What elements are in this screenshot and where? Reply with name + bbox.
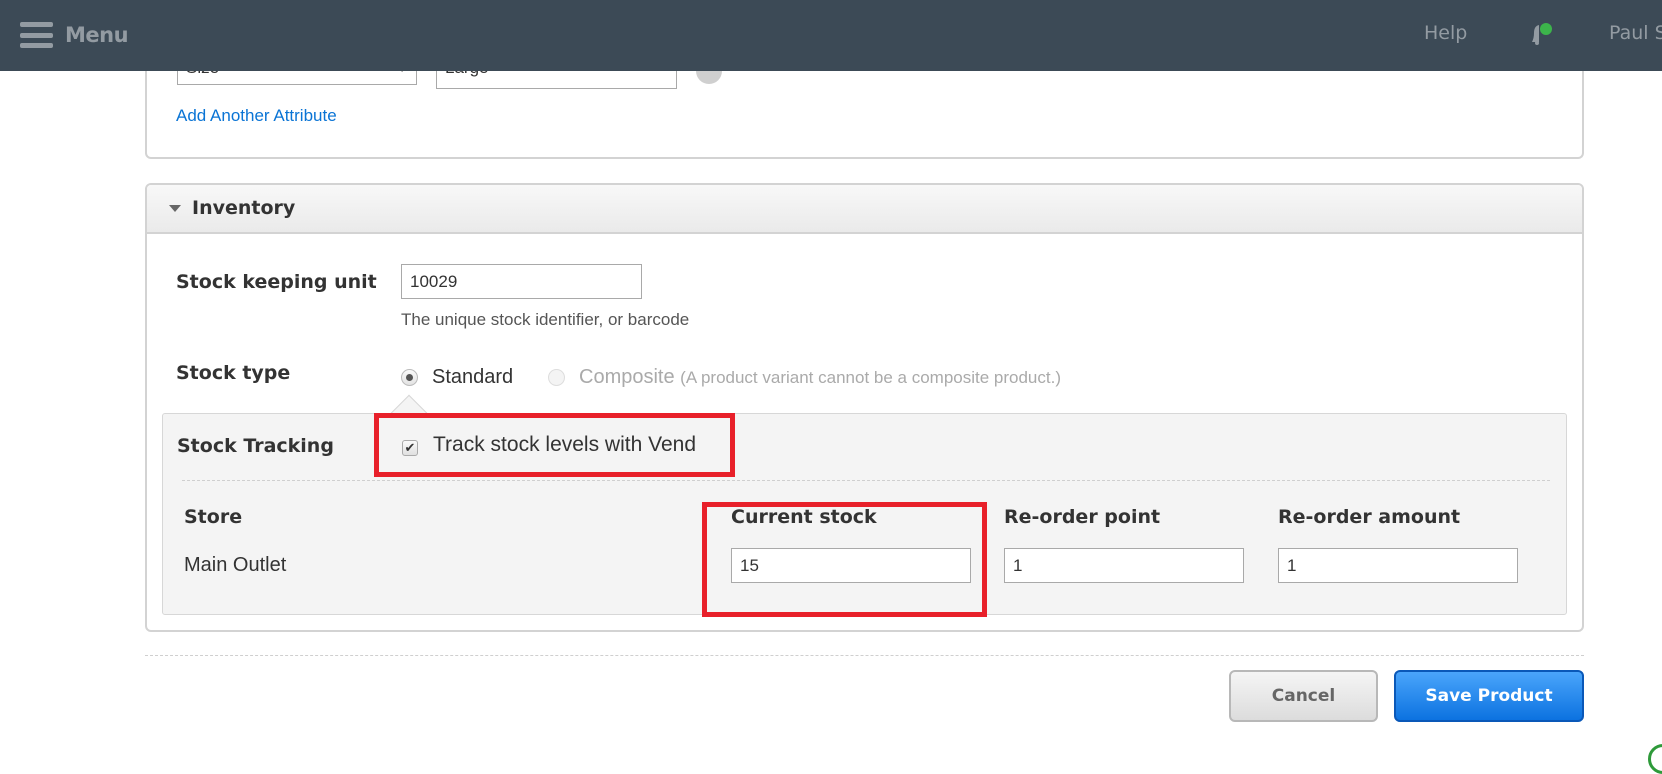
- top-nav-bar: Menu Help Paul S: [0, 0, 1662, 71]
- hamburger-icon: [20, 22, 53, 48]
- sku-label: Stock keeping unit: [176, 271, 377, 293]
- column-header-reorder-point: Re-order point: [1004, 506, 1161, 528]
- help-link[interactable]: Help: [1424, 22, 1467, 44]
- sku-help-text: The unique stock identifier, or barcode: [401, 310, 690, 329]
- bell-icon: [1532, 23, 1552, 45]
- composite-note: (A product variant cannot be a composite…: [680, 368, 1061, 387]
- stock-type-composite-radio: [548, 369, 565, 386]
- inventory-section-header[interactable]: Inventory: [147, 185, 1582, 234]
- menu-button[interactable]: Menu: [20, 20, 129, 50]
- user-menu[interactable]: Paul S: [1609, 22, 1662, 44]
- stock-tracking-label: Stock Tracking: [177, 435, 334, 457]
- track-stock-checkbox-label[interactable]: Track stock levels with Vend: [433, 433, 696, 457]
- store-name: Main Outlet: [184, 554, 287, 576]
- track-stock-checkbox[interactable]: ✔: [402, 440, 418, 456]
- footer-divider: [145, 655, 1584, 656]
- notifications-button[interactable]: [1528, 22, 1554, 46]
- cancel-button[interactable]: Cancel: [1229, 670, 1378, 722]
- composite-option-text: Composite: [579, 366, 675, 388]
- stock-type-label: Stock type: [176, 362, 291, 384]
- column-header-current-stock: Current stock: [731, 506, 877, 528]
- tracking-pointer-cover: [392, 414, 426, 428]
- reorder-point-input[interactable]: [1004, 548, 1244, 583]
- stock-type-standard-label[interactable]: Standard: [432, 366, 513, 389]
- corner-widget: [1648, 744, 1662, 774]
- collapse-caret-icon: [169, 205, 181, 212]
- column-header-store: Store: [184, 506, 243, 528]
- sku-input[interactable]: [401, 264, 642, 299]
- current-stock-input[interactable]: [731, 548, 971, 583]
- stock-type-composite-label: Composite (A product variant cannot be a…: [579, 366, 1061, 389]
- menu-label: Menu: [65, 23, 129, 47]
- reorder-amount-input[interactable]: [1278, 548, 1518, 583]
- add-another-attribute-link[interactable]: Add Another Attribute: [176, 106, 337, 126]
- notification-dot: [1540, 23, 1552, 35]
- stock-type-standard-radio[interactable]: [401, 369, 418, 386]
- tracking-divider: [182, 480, 1550, 481]
- column-header-reorder-amount: Re-order amount: [1278, 506, 1461, 528]
- save-product-button[interactable]: Save Product: [1394, 670, 1584, 722]
- inventory-section-title: Inventory: [192, 197, 296, 219]
